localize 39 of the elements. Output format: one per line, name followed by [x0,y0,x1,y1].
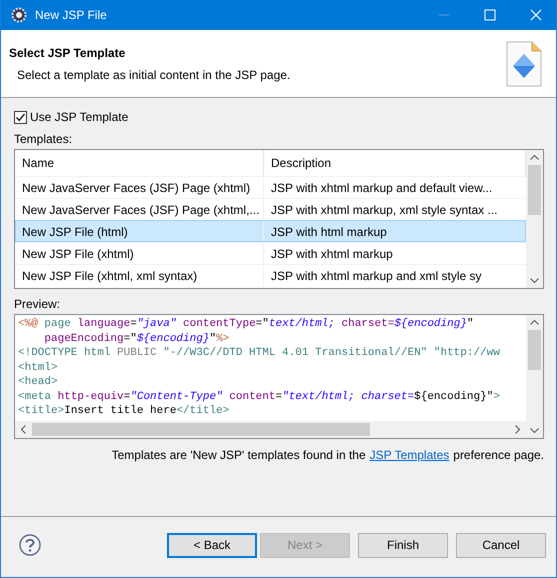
dialog-button[interactable]: < Back [167,532,257,558]
close-icon[interactable] [530,9,542,21]
scroll-right-icon[interactable] [515,425,520,434]
vertical-scrollbar[interactable] [526,150,543,288]
preview-label: Preview: [14,297,62,311]
table-row[interactable]: New JSP File (html) JSP with html markup [15,220,526,242]
checkmark-icon [15,112,26,122]
gear-icon [11,7,27,23]
use-template-checkbox[interactable]: Use JSP Template [14,110,544,124]
table-row[interactable]: New JSP File (xhtml, xml syntax) JSP with xhtml markup and xml style sy [15,264,526,286]
dialog-button[interactable]: Finish [358,532,448,558]
horizontal-scrollbar[interactable] [15,421,526,438]
scroll-left-icon[interactable] [21,425,26,434]
code-line: <meta http-equiv="Content-Type" content="text/html; charset=${encoding}"> [18,390,501,404]
scroll-up-icon[interactable] [530,155,539,160]
maximize-icon[interactable] [484,9,496,21]
help-icon[interactable] [19,534,41,556]
table-row[interactable]: New JSP File (xhtml) JSP with xhtml markup [15,242,526,264]
code-line: <%@ page language="java" contentType="text/html; charset=${encoding}" [18,317,475,332]
note-text: Templates are 'New JSP' templates found in the [112,448,366,462]
code-line: <head> [18,375,59,390]
window-title: New JSP File [35,8,107,22]
dialog-button[interactable]: Cancel [456,532,546,558]
code-line: <title>Insert title here</title> [18,404,230,418]
code-line: <!DOCTYPE html PUBLIC "-//W3C//DTD HTML 4.01 Transitional//EN" "http://ww [18,346,501,360]
templates-link[interactable]: JSP Templates [370,448,450,462]
code-line: pageEncoding="${encoding}"%> [43,332,230,346]
page-title: Select JSP Template [9,46,126,60]
page-description: Select a template as initial content in the JSP page. [17,68,292,82]
scroll-up-icon[interactable] [530,320,539,325]
vertical-scrollbar[interactable] [526,315,543,438]
scroll-down-icon[interactable] [530,278,539,283]
templates-label: Templates: [14,132,74,146]
table-row[interactable]: New JavaServer Faces (JSF) Page (xhtml) JSP with xhtml markup and default view... [15,176,526,198]
code-line: <html> [18,360,59,375]
document-icon [504,40,544,88]
scroll-down-icon[interactable] [530,428,539,433]
note-text: preference page. [453,448,544,462]
column-header[interactable]: Name [15,150,264,176]
